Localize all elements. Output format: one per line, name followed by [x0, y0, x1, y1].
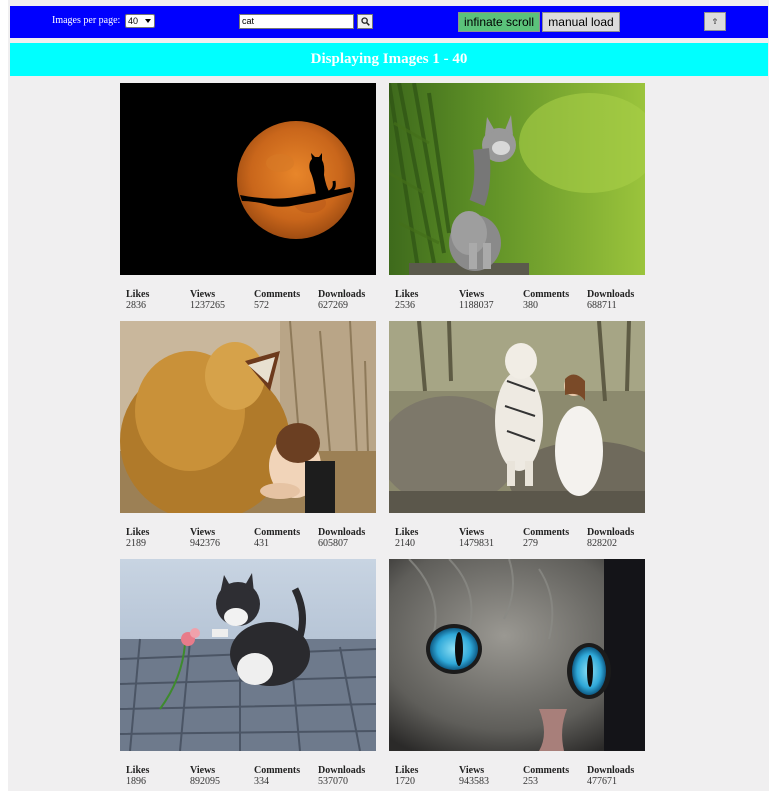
image-thumbnail[interactable] — [389, 559, 645, 751]
image-stats: Likes 2189 Views 942376 Comments 431 Downlo… — [126, 527, 376, 549]
blue-eyed-cat-image — [389, 559, 645, 751]
per-page-select[interactable]: 40 — [125, 14, 155, 28]
views-stat: Views 892095 — [190, 765, 220, 787]
scroll-to-top-button[interactable]: ⇮ — [704, 12, 726, 31]
likes-stat: Likes 2836 — [126, 289, 150, 311]
views-stat: Views 1479831 — [459, 527, 494, 549]
downloads-stat: Downloads 627269 — [318, 289, 366, 311]
comments-stat: Comments 380 — [523, 289, 570, 311]
views-stat: Views 942376 — [190, 527, 220, 549]
image-thumbnail[interactable] — [120, 321, 376, 513]
comments-stat: Comments 431 — [254, 527, 301, 549]
likes-stat: Likes 1720 — [395, 765, 419, 787]
infinite-scroll-button[interactable]: infinate scroll — [458, 12, 540, 32]
downloads-stat: Downloads 688711 — [587, 289, 635, 311]
search-icon — [361, 17, 370, 26]
per-page-label: Images per page: — [52, 15, 121, 26]
likes-stat: Likes 1896 — [126, 765, 150, 787]
chevron-down-icon — [145, 19, 151, 23]
results-banner-text: Displaying Images 1 - 40 — [310, 51, 468, 67]
image-thumbnail[interactable] — [120, 559, 376, 751]
downloads-stat: Downloads 477671 — [587, 765, 635, 787]
image-stats: Likes 2836 Views 1237265 Comments 572 Downl… — [126, 289, 376, 311]
likes-stat: Likes 2189 — [126, 527, 150, 549]
downloads-stat: Downloads 537070 — [318, 765, 366, 787]
downloads-stat: Downloads 828202 — [587, 527, 635, 549]
tiger-woman-image — [389, 321, 645, 513]
likes-stat: Likes 2536 — [395, 289, 419, 311]
image-thumbnail[interactable] — [120, 83, 376, 275]
image-stats: Likes 1896 Views 892095 Comments 334 Downlo… — [126, 765, 376, 787]
image-stats: Likes 2536 Views 1188037 Comments 380 Downl… — [395, 289, 645, 311]
search-input[interactable]: cat — [239, 14, 354, 29]
kitten-flower-image — [120, 559, 376, 751]
image-thumbnail[interactable] — [389, 321, 645, 513]
comments-stat: Comments 279 — [523, 527, 570, 549]
per-page-value: 40 — [128, 16, 139, 26]
views-stat: Views 943583 — [459, 765, 489, 787]
likes-stat: Likes 2140 — [395, 527, 419, 549]
image-stats: Likes 2140 Views 1479831 Comments 279 Downl… — [395, 527, 645, 549]
lion-girl-image — [120, 321, 376, 513]
comments-stat: Comments 334 — [254, 765, 301, 787]
manual-load-button[interactable]: manual load — [542, 12, 620, 32]
image-stats: Likes 1720 Views 943583 Comments 253 Downlo… — [395, 765, 645, 787]
toolbar: Images per page: 40 cat infinate scroll … — [10, 6, 768, 38]
search-button[interactable] — [357, 14, 373, 29]
kitten-forest-image — [389, 83, 645, 275]
views-stat: Views 1237265 — [190, 289, 225, 311]
comments-stat: Comments 253 — [523, 765, 570, 787]
results-banner: Displaying Images 1 - 40 — [10, 43, 768, 76]
downloads-stat: Downloads 605807 — [318, 527, 366, 549]
scroll-top-icon: ⇮ — [711, 17, 719, 26]
views-stat: Views 1188037 — [459, 289, 494, 311]
moon-cat-image — [120, 83, 376, 275]
search-input-value: cat — [242, 16, 255, 26]
comments-stat: Comments 572 — [254, 289, 301, 311]
image-thumbnail[interactable] — [389, 83, 645, 275]
